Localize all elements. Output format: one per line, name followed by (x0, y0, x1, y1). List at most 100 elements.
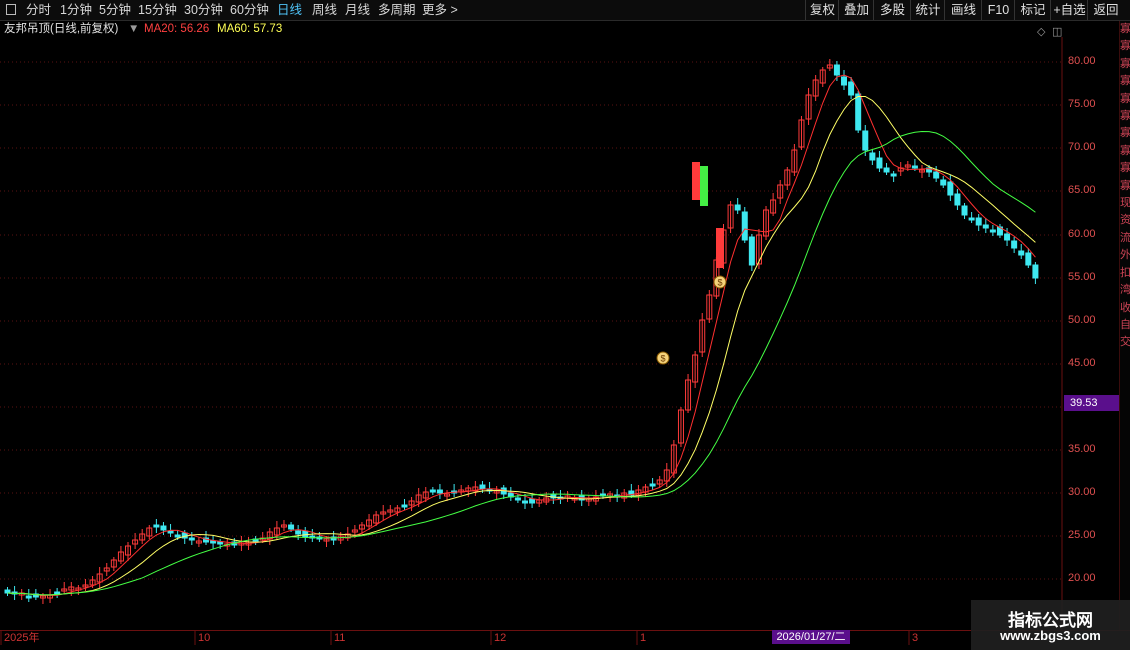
money-bag-icon: $ (713, 275, 727, 289)
highlight-candle (700, 166, 708, 206)
candle-body (833, 64, 840, 76)
right-side-panel-tabs[interactable]: 寡寡寡寡寡寡寡寡寡寡现资流外扣湾收自交 (1119, 21, 1130, 631)
period-tab[interactable]: 月线 (345, 0, 370, 20)
toolbar-button[interactable]: 标记 (1014, 0, 1051, 20)
period-tab[interactable]: 分时 (26, 0, 51, 20)
highlight-candle (716, 228, 724, 268)
period-tab[interactable]: 多周期 (378, 0, 416, 20)
candle-body (401, 504, 408, 508)
side-tab[interactable]: 收 (1120, 300, 1130, 317)
side-tab[interactable]: 自 (1120, 317, 1130, 334)
date-tick-label: 2025年 (4, 632, 40, 644)
candle-body (741, 211, 748, 241)
toolbar-button[interactable]: +自选 (1050, 0, 1088, 20)
current-price-tag: 39.53 (1064, 395, 1120, 411)
window-toggle-icon[interactable]: ◫ (1052, 25, 1062, 38)
side-tab[interactable]: 寡 (1120, 143, 1130, 160)
period-tab[interactable]: 日线 (277, 0, 302, 20)
period-tab[interactable]: 更多 > (422, 0, 458, 20)
money-bag-icon: $ (656, 351, 670, 365)
price-tick-label: 55.00 (1068, 271, 1096, 283)
watermark-url: www.zbgs3.com (1000, 628, 1101, 643)
side-tab[interactable]: 寡 (1120, 178, 1130, 195)
date-tick-label: 10 (198, 632, 211, 644)
cursor-date-label: 2026/01/27/二 (772, 630, 850, 644)
date-tick-label: 1 (640, 632, 647, 644)
candle-body (188, 537, 195, 541)
period-toolbar: 分时 1分钟 5分钟 15分钟 30分钟 60分钟 日线 周线 月线 多周期 更多 > 复权 叠加 多股… (0, 0, 1130, 21)
side-tab[interactable]: 现 (1120, 195, 1130, 212)
candle-body (975, 217, 982, 226)
period-tab[interactable]: 1分钟 (60, 0, 92, 20)
ma60-label: MA60: 57.73 (217, 23, 283, 35)
candle-body (436, 489, 443, 494)
toolbar-button[interactable]: 画线 (944, 0, 982, 20)
candle-body (883, 167, 890, 173)
candle-body (160, 525, 167, 531)
toolbar-button[interactable]: 复权 (805, 0, 839, 20)
side-tab[interactable]: 交 (1120, 334, 1130, 351)
candle-body (167, 530, 174, 534)
period-tab[interactable]: 15分钟 (138, 0, 177, 20)
toolbar-button[interactable]: 返回 (1087, 0, 1124, 20)
side-tab[interactable]: 寡 (1120, 108, 1130, 125)
candle-body (288, 524, 295, 530)
side-tab[interactable]: 寡 (1120, 125, 1130, 142)
side-tab[interactable]: 寡 (1120, 91, 1130, 108)
candle-body (4, 589, 11, 594)
candle-body (855, 93, 862, 131)
price-tick-label: 60.00 (1068, 228, 1096, 240)
date-tick-label: 11 (334, 632, 346, 644)
price-tick-label: 35.00 (1068, 443, 1096, 455)
candle-body (869, 152, 876, 161)
candle-body (933, 171, 940, 179)
side-tab[interactable]: 寡 (1120, 160, 1130, 177)
side-tab[interactable]: 外 (1120, 247, 1130, 264)
candle-body (989, 229, 996, 233)
svg-text:$: $ (717, 278, 722, 288)
candle-body (911, 165, 918, 169)
price-tick-label: 45.00 (1068, 357, 1096, 369)
candle-body (1011, 240, 1018, 249)
period-tab[interactable]: 30分钟 (184, 0, 223, 20)
candle-body (210, 540, 217, 544)
toolbar-button[interactable]: 叠加 (838, 0, 874, 20)
toolbar-button[interactable]: F10 (981, 0, 1015, 20)
toolbar-button[interactable]: 统计 (910, 0, 945, 20)
site-watermark: 指标公式网 www.zbgs3.com (971, 600, 1130, 650)
highlight-candle (692, 162, 700, 200)
candle-body (649, 483, 656, 487)
date-tick-label: 12 (494, 632, 507, 644)
side-tab[interactable]: 寡 (1120, 73, 1130, 90)
side-tab[interactable]: 寡 (1120, 38, 1130, 55)
side-tab[interactable]: 资 (1120, 212, 1130, 229)
toolbar-button[interactable]: 多股 (873, 0, 911, 20)
candle-body (514, 497, 521, 501)
diamond-icon[interactable]: ◇ (1037, 25, 1045, 38)
candle-body (153, 524, 160, 528)
ma20-label: MA20: 56.26 (144, 23, 210, 35)
side-tab[interactable]: 寡 (1120, 21, 1130, 38)
period-tab[interactable]: 5分钟 (99, 0, 131, 20)
side-tab[interactable]: 扣 (1120, 265, 1130, 282)
settings-toggle-icon[interactable]: ▼ (128, 21, 139, 37)
candle-body (522, 500, 528, 504)
candle-body (748, 236, 755, 266)
candle-body (961, 205, 968, 216)
date-axis: 2025年 10 11 12 1 3 (0, 630, 1130, 645)
side-tab[interactable]: 流 (1120, 230, 1130, 247)
price-tick-label: 25.00 (1068, 529, 1096, 541)
candle-body (876, 157, 883, 169)
period-tab[interactable]: 60分钟 (230, 0, 269, 20)
candle-body (429, 489, 436, 493)
candle-body (940, 179, 947, 186)
menu-icon[interactable] (6, 4, 16, 15)
side-tab[interactable]: 寡 (1120, 56, 1130, 73)
candle-body (217, 541, 224, 545)
candle-body (734, 204, 741, 211)
period-tab[interactable]: 周线 (312, 0, 337, 20)
side-tab[interactable]: 湾 (1120, 282, 1130, 299)
kline-chart[interactable]: $$ (0, 0, 1130, 650)
svg-text:$: $ (660, 354, 665, 364)
candle-body (862, 130, 869, 151)
